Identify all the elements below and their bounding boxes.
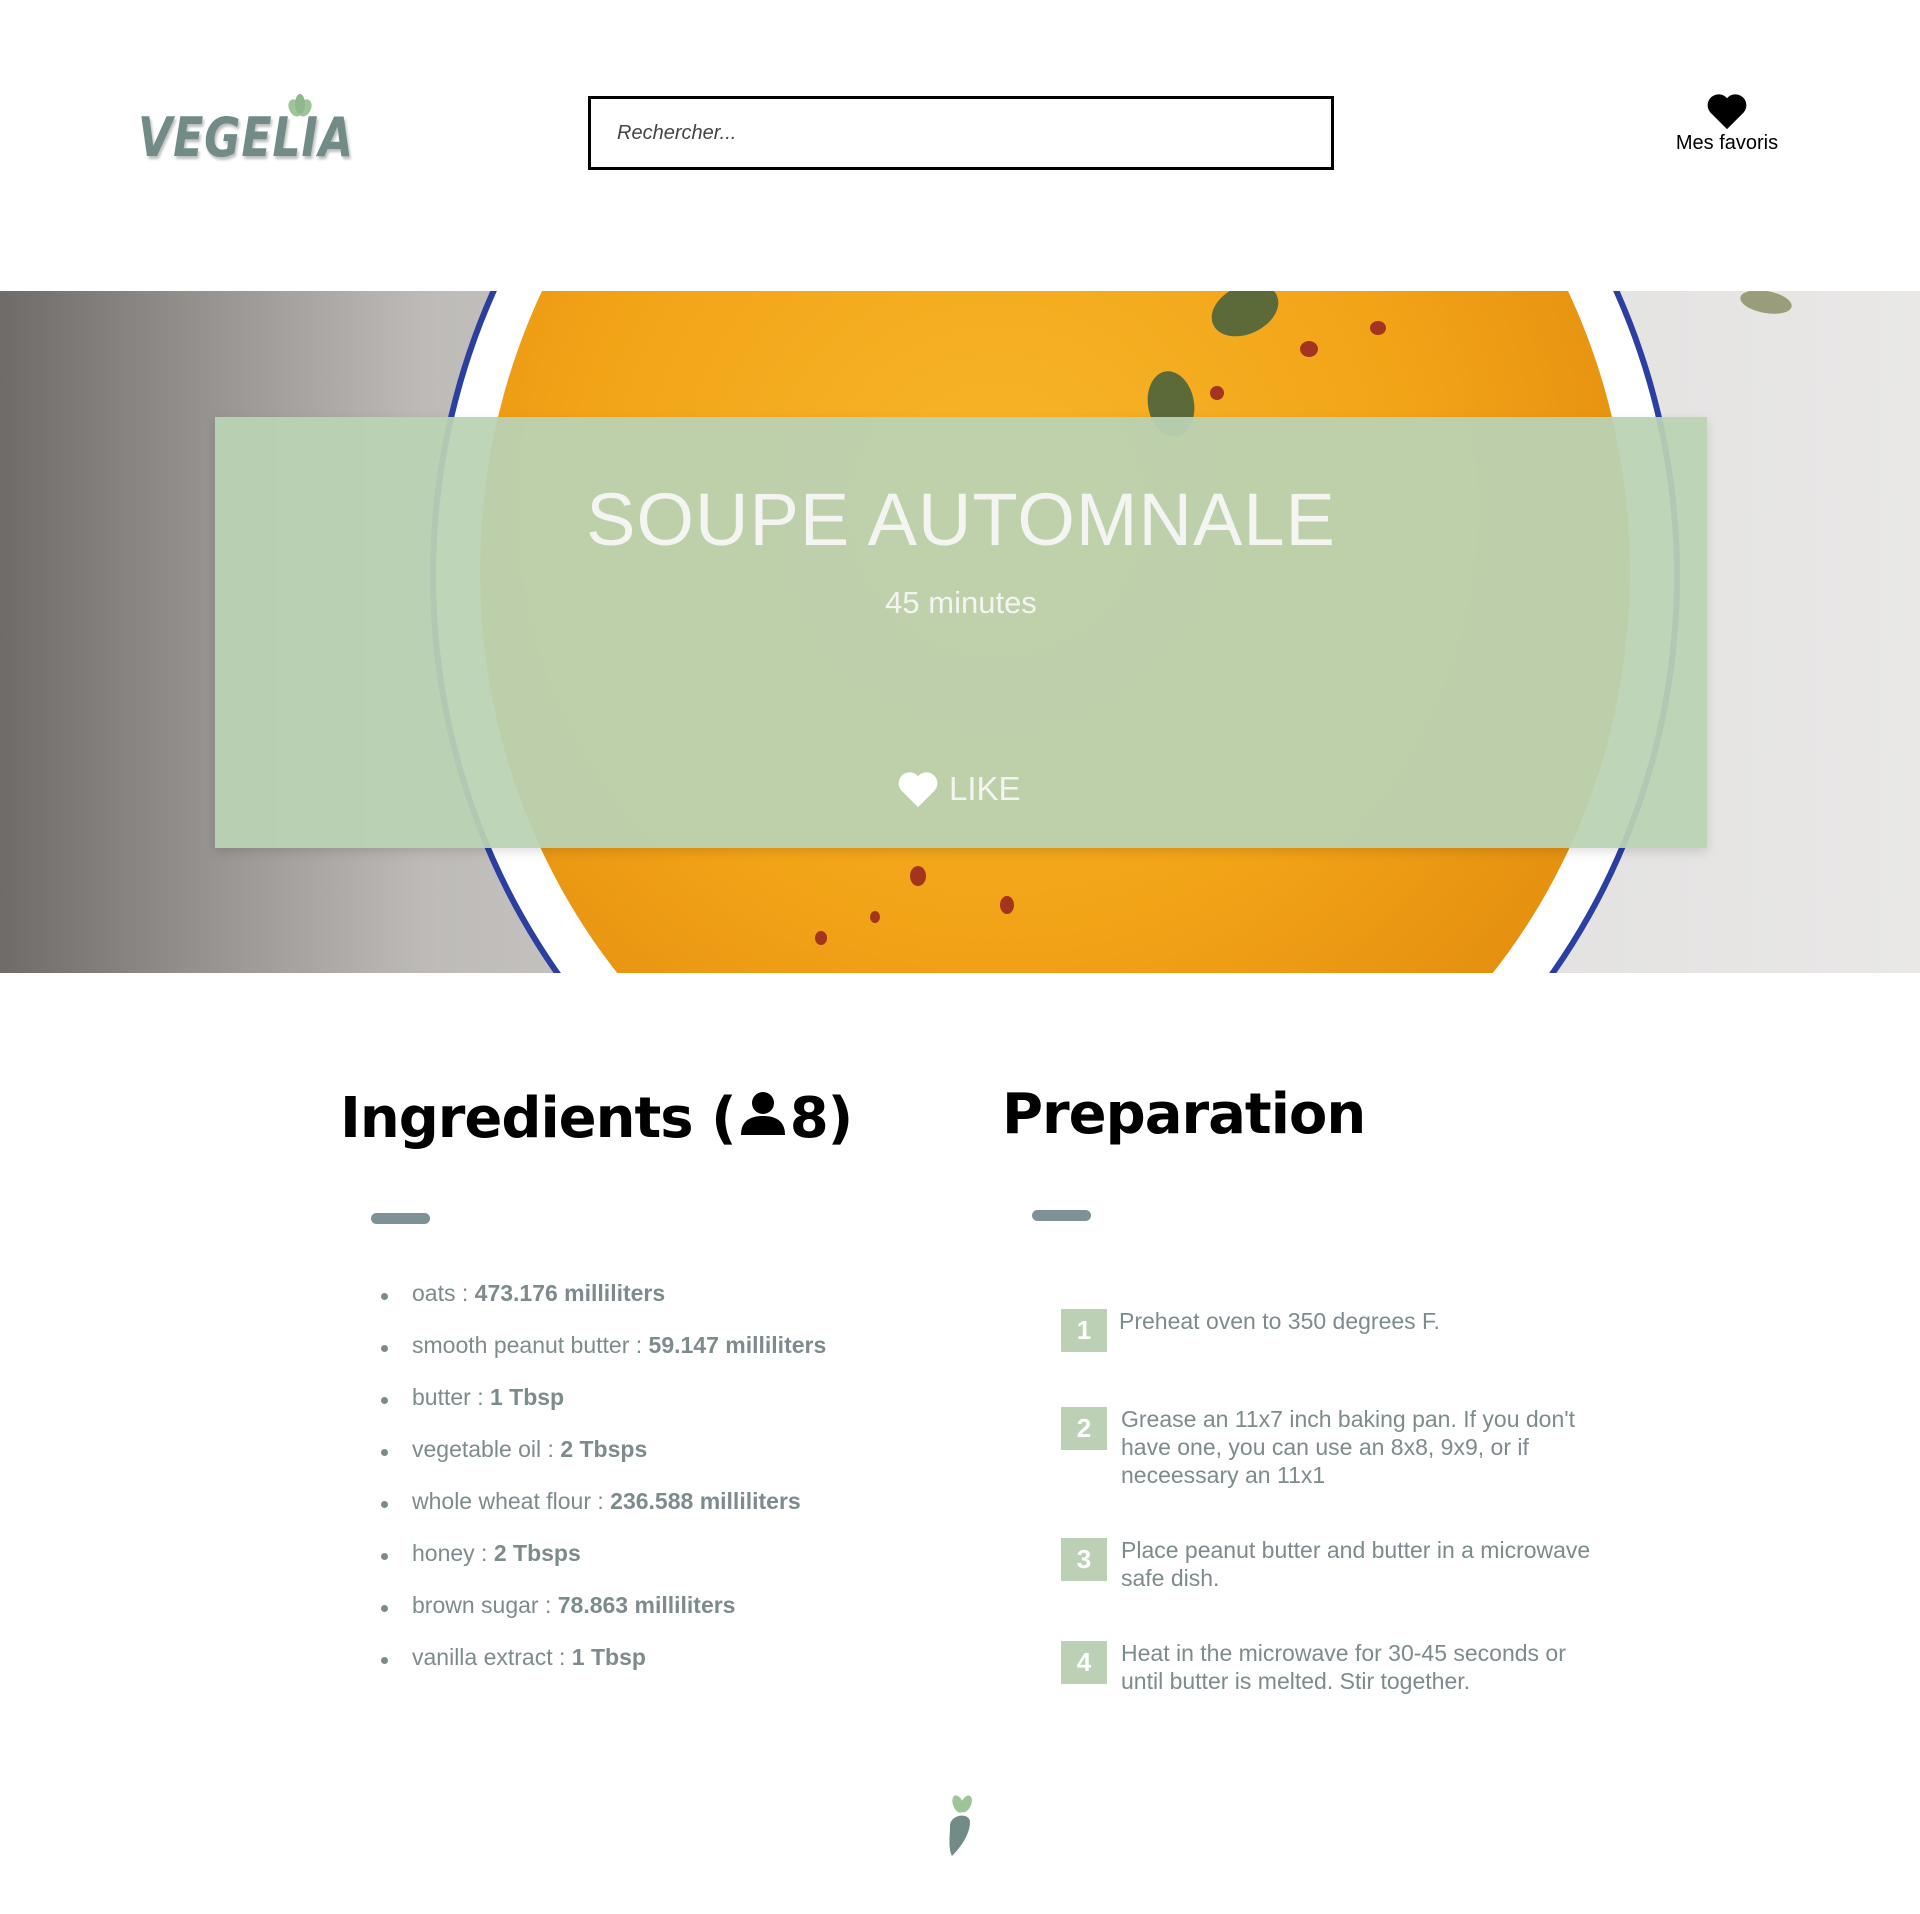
- leaf-icon: [288, 94, 312, 117]
- ingredient-qty: 78.863 milliliters: [557, 1592, 736, 1618]
- step-text: Preheat oven to 350 degrees F.: [1119, 1308, 1440, 1334]
- spice-decoration: [870, 911, 880, 923]
- ingredient-item: vegetable oil : 2 Tbsps: [378, 1436, 826, 1488]
- ingredients-heading: Ingredients ( 8): [340, 1086, 854, 1151]
- person-icon: [740, 1092, 785, 1135]
- ingredient-name: butter :: [412, 1384, 490, 1410]
- ingredient-qty: 473.176 milliliters: [474, 1280, 666, 1306]
- ingredient-name: honey :: [412, 1540, 494, 1566]
- spice-decoration: [1000, 896, 1014, 914]
- spice-decoration: [910, 866, 926, 886]
- spice-decoration: [1210, 386, 1224, 400]
- ingredient-qty: 2 Tbsps: [493, 1540, 581, 1566]
- ingredient-name: vegetable oil :: [412, 1436, 561, 1462]
- ingredients-list: oats : 473.176 milliliters smooth peanut…: [378, 1280, 826, 1696]
- ingredient-item: whole wheat flour : 236.588 milliliters: [378, 1488, 826, 1540]
- step-text: Heat in the microwave for 30-45 seconds …: [1121, 1640, 1566, 1694]
- step-number: 4: [1061, 1641, 1107, 1684]
- preparation-heading: Preparation: [1002, 1082, 1366, 1147]
- spice-decoration: [1300, 341, 1318, 357]
- step-text: Grease an 11x7 inch baking pan. If you d…: [1121, 1406, 1576, 1488]
- ingredient-name: vanilla extract :: [412, 1644, 572, 1670]
- step-number: 3: [1061, 1538, 1107, 1581]
- hero-banner: SOUPE AUTOMNALE 45 minutes LIKE: [0, 291, 1920, 973]
- ingredient-item: vanilla extract : 1 Tbsp: [378, 1644, 826, 1696]
- like-label: LIKE: [949, 770, 1021, 807]
- search-box[interactable]: [588, 96, 1334, 170]
- section-divider: [371, 1213, 430, 1224]
- ingredient-qty: 59.147 milliliters: [648, 1332, 827, 1358]
- ingredient-item: honey : 2 Tbsps: [378, 1540, 826, 1592]
- ingredient-item: oats : 473.176 milliliters: [378, 1280, 826, 1332]
- ingredient-qty: 236.588 milliliters: [610, 1488, 801, 1514]
- spice-decoration: [1370, 321, 1386, 335]
- logo-text: VEGELIA: [138, 106, 354, 169]
- like-button[interactable]: LIKE: [897, 767, 1021, 811]
- recipe-title: SOUPE AUTOMNALE: [586, 478, 1336, 561]
- search-input[interactable]: [591, 99, 1331, 167]
- heart-icon: [898, 772, 938, 808]
- ingredient-name: whole wheat flour :: [412, 1488, 611, 1514]
- ingredient-name: brown sugar :: [412, 1592, 558, 1618]
- ingredient-item: brown sugar : 78.863 milliliters: [378, 1592, 826, 1644]
- spice-decoration: [815, 931, 827, 945]
- logo[interactable]: VEGELIA: [138, 92, 353, 172]
- ingredient-qty: 2 Tbsps: [560, 1436, 648, 1462]
- carrot-icon: [949, 1795, 972, 1856]
- step-number: 1: [1061, 1309, 1107, 1352]
- ingredient-item: butter : 1 Tbsp: [378, 1384, 826, 1436]
- heart-icon: [1707, 94, 1747, 130]
- servings-count: 8): [789, 1086, 854, 1151]
- ingredient-qty: 1 Tbsp: [489, 1384, 565, 1410]
- recipe-hero-card: SOUPE AUTOMNALE 45 minutes LIKE: [215, 417, 1707, 848]
- ingredient-item: smooth peanut butter : 59.147 milliliter…: [378, 1332, 826, 1384]
- seed-decoration: [1738, 291, 1794, 318]
- step-text: Place peanut butter and butter in a micr…: [1121, 1537, 1591, 1591]
- ingredient-qty: 1 Tbsp: [571, 1644, 646, 1670]
- ingredient-name: oats :: [412, 1280, 475, 1306]
- step-number: 2: [1061, 1407, 1107, 1450]
- recipe-duration: 45 minutes: [885, 585, 1037, 620]
- section-divider: [1032, 1210, 1091, 1221]
- favorites-label: Mes favoris: [1675, 132, 1779, 154]
- ingredients-title: Ingredients (: [340, 1086, 737, 1151]
- ingredient-name: smooth peanut butter :: [412, 1332, 649, 1358]
- favorites-button[interactable]: Mes favoris: [1660, 92, 1794, 172]
